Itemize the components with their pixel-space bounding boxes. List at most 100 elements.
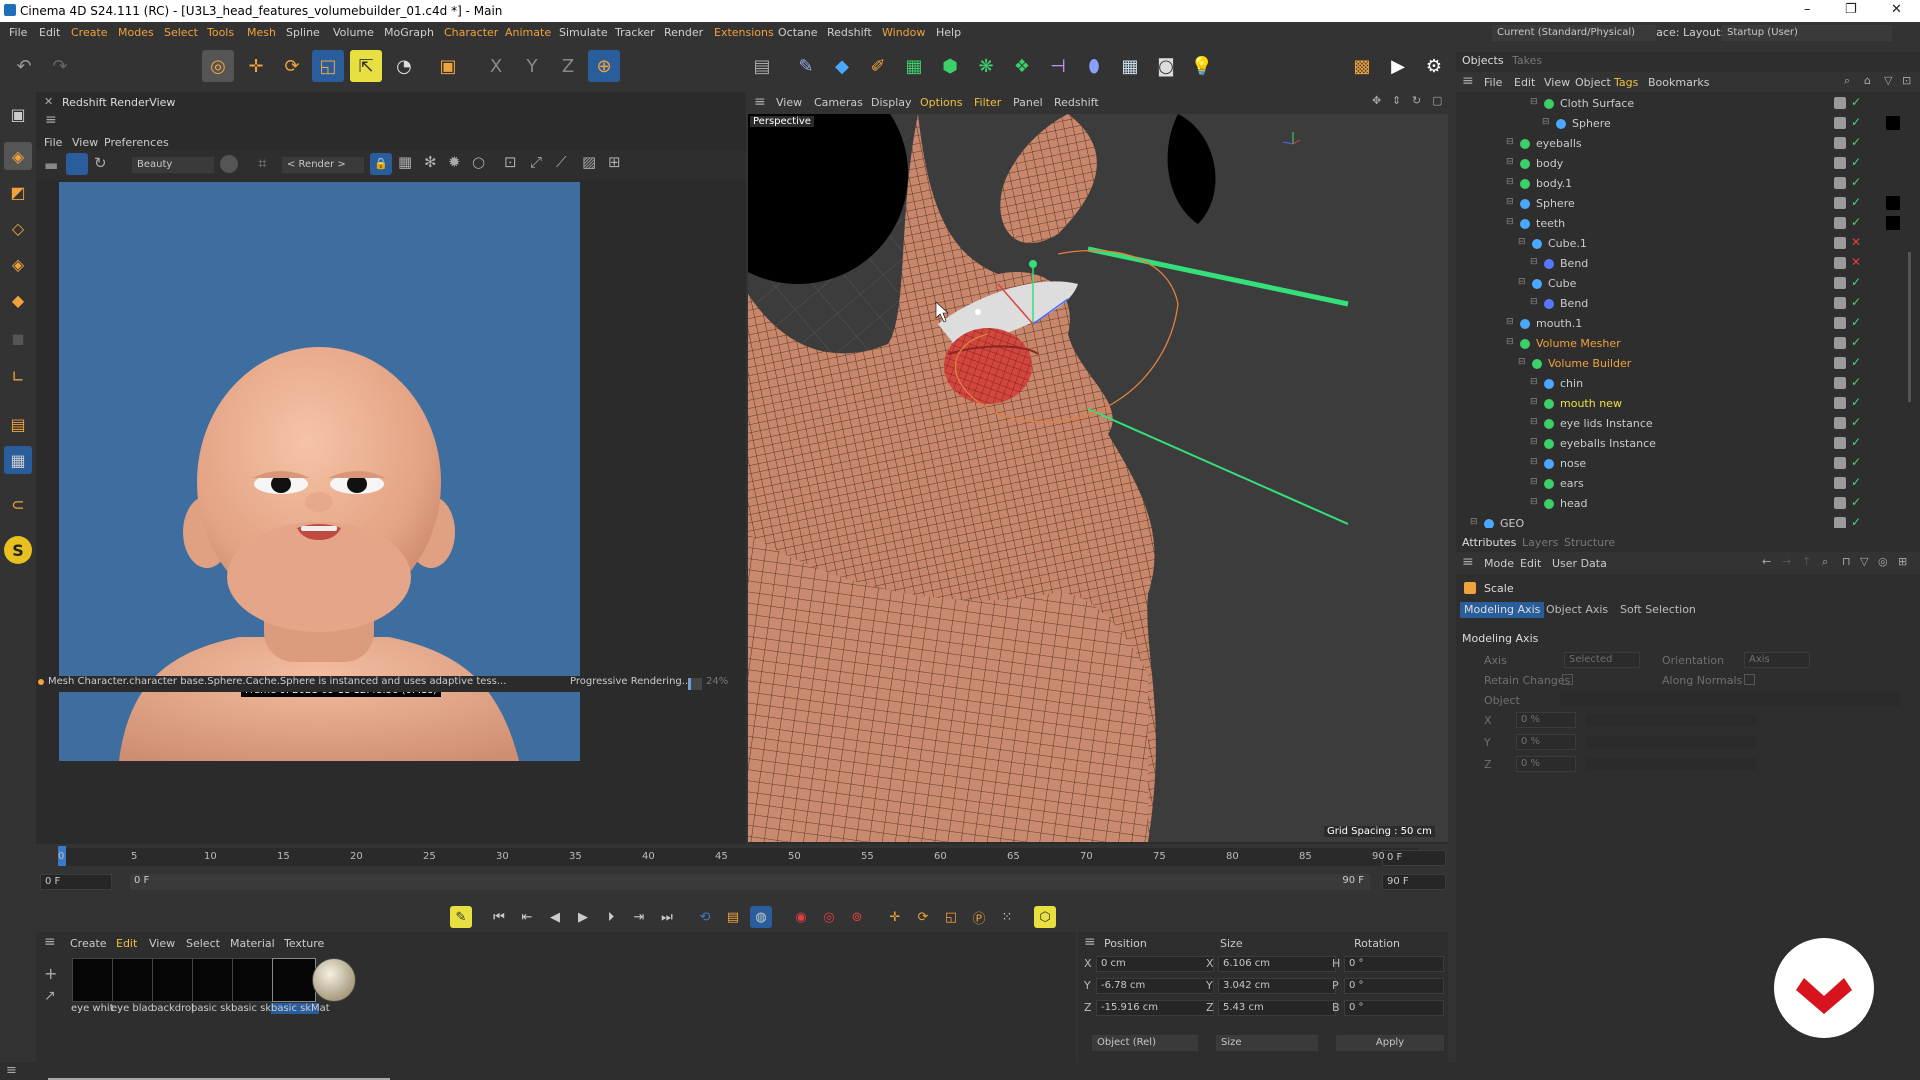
play-icon[interactable]: ▶ [572, 906, 594, 928]
expand-icon[interactable]: ⊟ [1530, 257, 1538, 267]
enabled-icon[interactable]: ✓ [1851, 415, 1861, 429]
vp-menu-cameras[interactable]: Cameras [814, 96, 863, 109]
menu-mograph[interactable]: MoGraph [384, 26, 434, 39]
menu-spline[interactable]: Spline [286, 26, 320, 39]
forward-arrow-icon[interactable]: → [1782, 555, 1791, 568]
enabled-icon[interactable]: ✓ [1851, 155, 1861, 169]
z-slider[interactable] [1586, 758, 1756, 770]
axis-mode-icon[interactable]: ∟ [4, 362, 32, 390]
obj-menu-file[interactable]: File [1484, 76, 1502, 89]
close-panel-icon[interactable]: ✕ [44, 95, 53, 108]
layer-icon[interactable] [1834, 317, 1846, 329]
attr-menu-user-data[interactable]: User Data [1552, 557, 1607, 570]
object-row[interactable]: ⊟ teeth ✓ [1456, 214, 1906, 234]
material-swatch[interactable] [112, 958, 156, 1002]
object-name[interactable]: eye lids Instance [1560, 417, 1653, 430]
layer-icon[interactable] [1834, 137, 1846, 149]
x-slider[interactable] [1586, 714, 1756, 726]
frame-range-icon[interactable]: ▤ [722, 906, 744, 928]
search-icon[interactable]: ⌕ [1844, 74, 1850, 88]
back-arrow-icon[interactable]: ← [1762, 555, 1771, 568]
object-name[interactable]: Bend [1560, 257, 1588, 270]
attr-settings-icon[interactable]: ◎ [1878, 555, 1888, 568]
layer-icon[interactable] [1834, 97, 1846, 109]
polygons-mode-icon[interactable]: ◆ [4, 286, 32, 314]
expand-icon[interactable]: ⊟ [1530, 437, 1538, 447]
tab-layers[interactable]: Layers [1522, 536, 1558, 549]
edges-mode-icon[interactable]: ◈ [4, 250, 32, 278]
add-snapshot-icon[interactable]: ⊞ [608, 153, 621, 171]
lock-z-icon[interactable]: Z [552, 50, 584, 82]
material-swatch[interactable] [72, 958, 116, 1002]
layer-icon[interactable] [1834, 117, 1846, 129]
obj-menu-bookmarks[interactable]: Bookmarks [1648, 76, 1709, 89]
deformer-icon[interactable]: ⊣ [1042, 50, 1074, 82]
y-field[interactable]: 0 % [1516, 734, 1576, 750]
object-row[interactable]: ⊟ Volume Mesher ✓ [1456, 334, 1906, 354]
tab-structure[interactable]: Structure [1564, 536, 1615, 549]
coord-pos-1[interactable]: -6.78 cm [1096, 978, 1214, 994]
object-row[interactable]: ⊟ mouth.1 ✓ [1456, 314, 1906, 334]
obj-menu-edit[interactable]: Edit [1514, 76, 1535, 89]
object-row[interactable]: ⊟ eyeballs ✓ [1456, 134, 1906, 154]
object-name[interactable]: Cube.1 [1548, 237, 1587, 250]
obj-menu-view[interactable]: View [1544, 76, 1570, 89]
lock-attr-icon[interactable]: ⊓ [1842, 555, 1851, 568]
rv-menu-preferences[interactable]: Preferences [104, 136, 169, 149]
coord-rot-1[interactable]: 0 ° [1344, 978, 1444, 994]
points-mode-icon[interactable]: ◇ [4, 214, 32, 242]
grid-icon[interactable]: ▦ [398, 153, 412, 171]
scripting-icon[interactable]: S [4, 536, 32, 564]
object-name[interactable]: Sphere [1572, 117, 1611, 130]
layer-icon[interactable] [1834, 237, 1846, 249]
render-settings-icon[interactable]: ⚙ [1418, 50, 1450, 82]
objects-hamburger-icon[interactable]: ≡ [1462, 73, 1474, 89]
minimize-button[interactable]: – [1804, 2, 1811, 17]
vp-menu-view[interactable]: View [776, 96, 802, 109]
expand-icon[interactable]: ⊟ [1530, 297, 1538, 307]
menu-octane[interactable]: Octane [778, 26, 818, 39]
expand-icon[interactable]: ⊟ [1506, 337, 1514, 347]
model-mode-icon[interactable]: ◈ [4, 142, 32, 170]
object-name[interactable]: Cube [1548, 277, 1576, 290]
layer-icon[interactable] [1834, 397, 1846, 409]
object-name[interactable]: ears [1560, 477, 1584, 490]
object-name[interactable]: Cloth Surface [1560, 97, 1634, 110]
loop-icon[interactable]: ⟲ [694, 906, 716, 928]
enabled-icon[interactable]: ✓ [1851, 275, 1861, 289]
circle-icon[interactable]: ○ [472, 153, 485, 171]
light-icon[interactable]: 💡 [1186, 50, 1218, 82]
timeline-ruler[interactable] [58, 848, 1418, 866]
disabled-icon[interactable]: ✕ [1851, 255, 1861, 269]
layer-icon[interactable] [1834, 437, 1846, 449]
select-tool-icon[interactable]: ◎ [202, 50, 234, 82]
menu-volume[interactable]: Volume [333, 26, 374, 39]
snowflake-icon[interactable]: ✻ [424, 153, 437, 171]
coord-rot-2[interactable]: 0 ° [1344, 1000, 1444, 1016]
auto-key-icon[interactable]: ◎ [818, 906, 840, 928]
expand-icon[interactable]: ⊟ [1530, 477, 1538, 487]
expand-icon[interactable]: ⊟ [1506, 197, 1514, 207]
texture-mode-icon[interactable]: ◩ [4, 178, 32, 206]
menu-character[interactable]: Character [444, 26, 498, 39]
layer-icon[interactable] [1834, 277, 1846, 289]
next-key-icon[interactable]: ⇥ [628, 906, 650, 928]
scheme-icon[interactable]: ⬡ [1034, 906, 1056, 928]
object-name[interactable]: GEO [1500, 517, 1524, 528]
crop-icon[interactable]: ⌗ [258, 154, 266, 172]
layer-icon[interactable] [1834, 177, 1846, 189]
rotate-tool-icon[interactable]: ⟳ [276, 50, 308, 82]
z-field[interactable]: 0 % [1516, 756, 1576, 772]
prev-key-icon[interactable]: ⇤ [516, 906, 538, 928]
hamburger-icon[interactable]: ≡ [45, 112, 57, 128]
enabled-icon[interactable]: ✓ [1851, 315, 1861, 329]
key-param-icon[interactable]: Ⓟ [968, 906, 990, 928]
expand-icon[interactable]: ⊟ [1506, 177, 1514, 187]
attributes-hamburger-icon[interactable]: ≡ [1462, 554, 1474, 570]
menu-modes[interactable]: Modes [118, 26, 154, 39]
coord-rot-0[interactable]: 0 ° [1344, 956, 1444, 972]
floor-icon[interactable]: ▦ [1114, 50, 1146, 82]
go-start-icon[interactable]: ⏮ [488, 906, 510, 928]
menu-tools[interactable]: Tools [207, 26, 234, 39]
make-editable-icon[interactable]: ▣ [4, 100, 32, 128]
